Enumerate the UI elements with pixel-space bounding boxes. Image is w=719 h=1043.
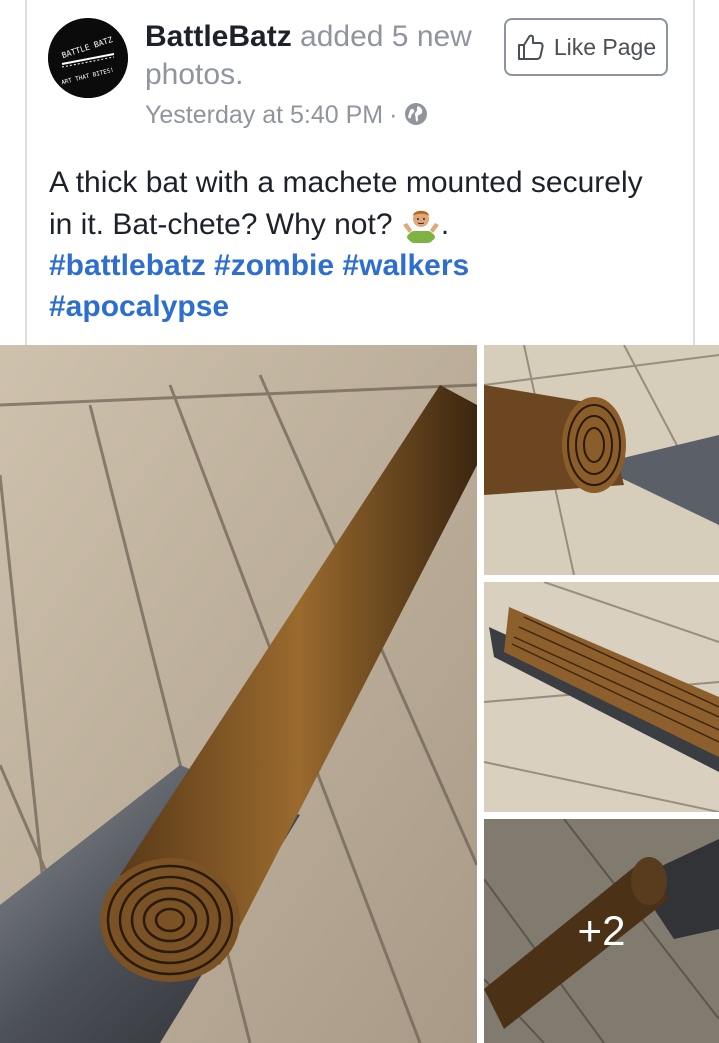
photo-main-bat-machete[interactable] [0,345,477,1043]
more-photos-overlay[interactable]: +2 [484,819,719,1043]
post-header: BATTLE BATZ ART THAT BITES! BattleBatz a… [0,0,719,145]
photo-3-image [484,582,719,812]
meta-separator: · [389,101,398,129]
hashtag-battlebatz[interactable]: #battlebatz [49,249,206,282]
photo-grid: +2 [0,345,719,1043]
main-photo-image [0,345,477,1043]
post-body: A thick bat with a machete mounted secur… [49,162,669,327]
photo-2-image [484,345,719,575]
avatar[interactable]: BATTLE BATZ ART THAT BITES! [48,18,128,98]
person-shrugging-emoji [402,210,439,243]
battlebatz-logo-icon: BATTLE BATZ ART THAT BITES! [48,18,128,98]
globe-icon [405,103,428,125]
post-body-text: A thick bat with a machete mounted secur… [49,166,643,241]
more-photos-count: +2 [577,907,626,954]
photo-bat-diagonal[interactable]: +2 [484,819,719,1043]
photo-bat-side-blade[interactable] [484,582,719,812]
post-timestamp[interactable]: Yesterday at 5:40 PM [145,101,383,129]
hashtag-walkers[interactable]: #walkers [342,249,469,282]
post-body-end: . [440,208,450,241]
post-meta: Yesterday at 5:40 PM · [145,98,429,132]
page-name-link[interactable]: BattleBatz [145,20,292,53]
post-title: BattleBatz added 5 new photos. [145,18,485,94]
like-page-button[interactable]: Like Page [504,18,668,76]
like-page-label: Like Page [553,33,657,60]
hashtag-zombie[interactable]: #zombie [214,249,334,282]
thumbs-up-icon [517,34,544,60]
facebook-post: BATTLE BATZ ART THAT BITES! BattleBatz a… [0,0,719,1043]
hashtag-apocalypse[interactable]: #apocalypse [49,290,229,323]
photo-bat-end-closeup[interactable] [484,345,719,575]
